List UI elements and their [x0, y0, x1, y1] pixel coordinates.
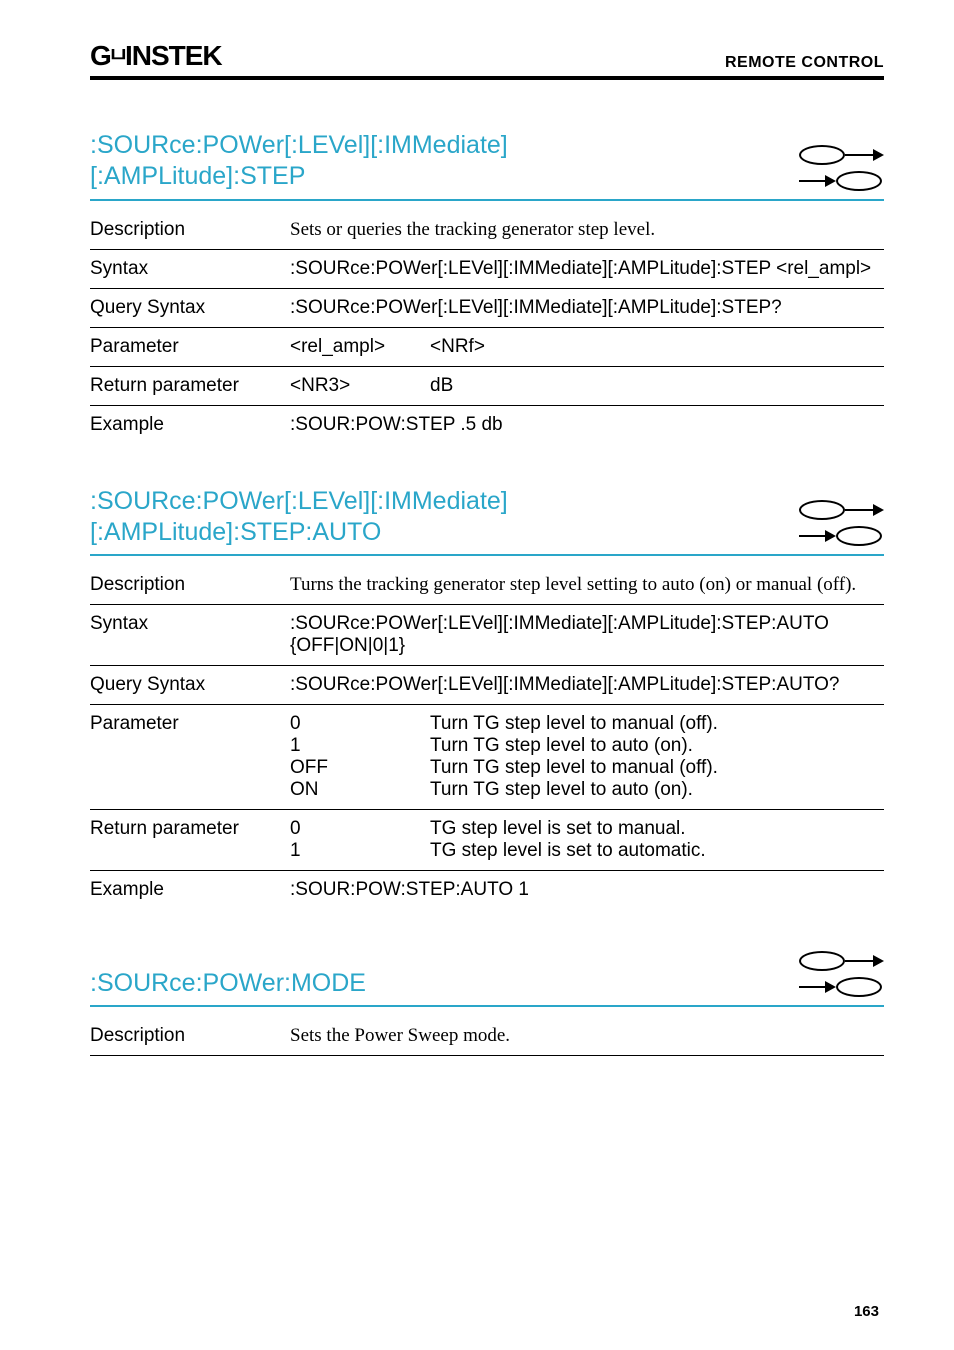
page-header: G⊔INSTEK REMOTE CONTROL: [90, 40, 884, 80]
value: Turns the tracking generator step level …: [290, 574, 884, 596]
return-opt: 1: [290, 840, 430, 862]
command-section-mode: :SOURce:POWer:MODE Description Sets the …: [90, 951, 884, 1056]
value: Sets or queries the tracking generator s…: [290, 219, 884, 241]
label: Parameter: [90, 336, 290, 358]
row-example: Example :SOUR:POW:STEP:AUTO 1: [90, 871, 884, 909]
header-section-label: REMOTE CONTROL: [725, 54, 884, 72]
value: :SOURce:POWer[:LEVel][:IMMediate][:AMPLi…: [290, 297, 884, 319]
label: Query Syntax: [90, 674, 290, 696]
label: Return parameter: [90, 375, 290, 397]
label: Return parameter: [90, 818, 290, 862]
label: Description: [90, 574, 290, 596]
command-section-step: :SOURce:POWer[:LEVel][:IMMediate] [:AMPL…: [90, 130, 884, 444]
param-desc: Turn TG step level to manual (off).: [430, 713, 884, 735]
row-query-syntax: Query Syntax :SOURce:POWer[:LEVel][:IMMe…: [90, 666, 884, 705]
return-desc: TG step level is set to automatic.: [430, 840, 884, 862]
row-syntax: Syntax :SOURce:POWer[:LEVel][:IMMediate]…: [90, 250, 884, 289]
title-line2: [:AMPLitude]:STEP:AUTO: [90, 518, 381, 546]
label: Example: [90, 414, 290, 436]
query-arrow-icon: [799, 526, 884, 546]
value: :SOURce:POWer[:LEVel][:IMMediate][:AMPLi…: [290, 674, 884, 696]
value: :SOUR:POW:STEP .5 db: [290, 414, 884, 436]
set-query-arrows: [799, 145, 884, 193]
title-line1: :SOURce:POWer:MODE: [90, 969, 366, 997]
param-opt: 1: [290, 735, 430, 757]
label: Description: [90, 219, 290, 241]
row-parameter: Parameter <rel_ampl> <NRf>: [90, 328, 884, 367]
set-arrow-icon: [799, 500, 884, 520]
label: Syntax: [90, 613, 290, 657]
title-line2: [:AMPLitude]:STEP: [90, 162, 305, 190]
return-unit: dB: [430, 375, 884, 397]
return-type: <NR3>: [290, 375, 430, 397]
label: Syntax: [90, 258, 290, 280]
set-query-arrows: [799, 951, 884, 999]
section-title: :SOURce:POWer:MODE: [90, 968, 366, 999]
query-arrow-icon: [799, 977, 884, 997]
value: Sets the Power Sweep mode.: [290, 1025, 884, 1047]
row-syntax: Syntax :SOURce:POWer[:LEVel][:IMMediate]…: [90, 605, 884, 666]
param-desc: Turn TG step level to auto (on).: [430, 735, 884, 757]
label: Parameter: [90, 713, 290, 801]
value: :SOURce:POWer[:LEVel][:IMMediate][:AMPLi…: [290, 613, 884, 657]
title-line1: :SOURce:POWer[:LEVel][:IMMediate]: [90, 131, 508, 159]
page-number: 163: [854, 1303, 879, 1320]
logo: G⊔INSTEK: [90, 40, 222, 72]
row-description: Description Turns the tracking generator…: [90, 566, 884, 605]
row-example: Example :SOUR:POW:STEP .5 db: [90, 406, 884, 444]
param-opt: 0: [290, 713, 430, 735]
value: :SOUR:POW:STEP:AUTO 1: [290, 879, 884, 901]
label: Description: [90, 1025, 290, 1047]
value: :SOURce:POWer[:LEVel][:IMMediate][:AMPLi…: [290, 258, 884, 280]
command-section-step-auto: :SOURce:POWer[:LEVel][:IMMediate] [:AMPL…: [90, 486, 884, 910]
row-return-parameter: Return parameter <NR3> dB: [90, 367, 884, 406]
section-title: :SOURce:POWer[:LEVel][:IMMediate] [:AMPL…: [90, 486, 508, 549]
param-desc: Turn TG step level to manual (off).: [430, 757, 884, 779]
param-opt: OFF: [290, 757, 430, 779]
row-description: Description Sets the Power Sweep mode.: [90, 1017, 884, 1056]
param-opt: ON: [290, 779, 430, 801]
title-line1: :SOURce:POWer[:LEVel][:IMMediate]: [90, 487, 508, 515]
row-parameter: Parameter 0Turn TG step level to manual …: [90, 705, 884, 810]
param-type: <NRf>: [430, 336, 884, 358]
set-arrow-icon: [799, 145, 884, 165]
return-opt: 0: [290, 818, 430, 840]
return-desc: TG step level is set to manual.: [430, 818, 884, 840]
param-name: <rel_ampl>: [290, 336, 430, 358]
set-query-arrows: [799, 500, 884, 548]
query-arrow-icon: [799, 171, 884, 191]
param-desc: Turn TG step level to auto (on).: [430, 779, 884, 801]
label: Query Syntax: [90, 297, 290, 319]
section-title: :SOURce:POWer[:LEVel][:IMMediate] [:AMPL…: [90, 130, 508, 193]
set-arrow-icon: [799, 951, 884, 971]
row-query-syntax: Query Syntax :SOURce:POWer[:LEVel][:IMMe…: [90, 289, 884, 328]
label: Example: [90, 879, 290, 901]
row-return-parameter: Return parameter 0TG step level is set t…: [90, 810, 884, 871]
row-description: Description Sets or queries the tracking…: [90, 211, 884, 250]
